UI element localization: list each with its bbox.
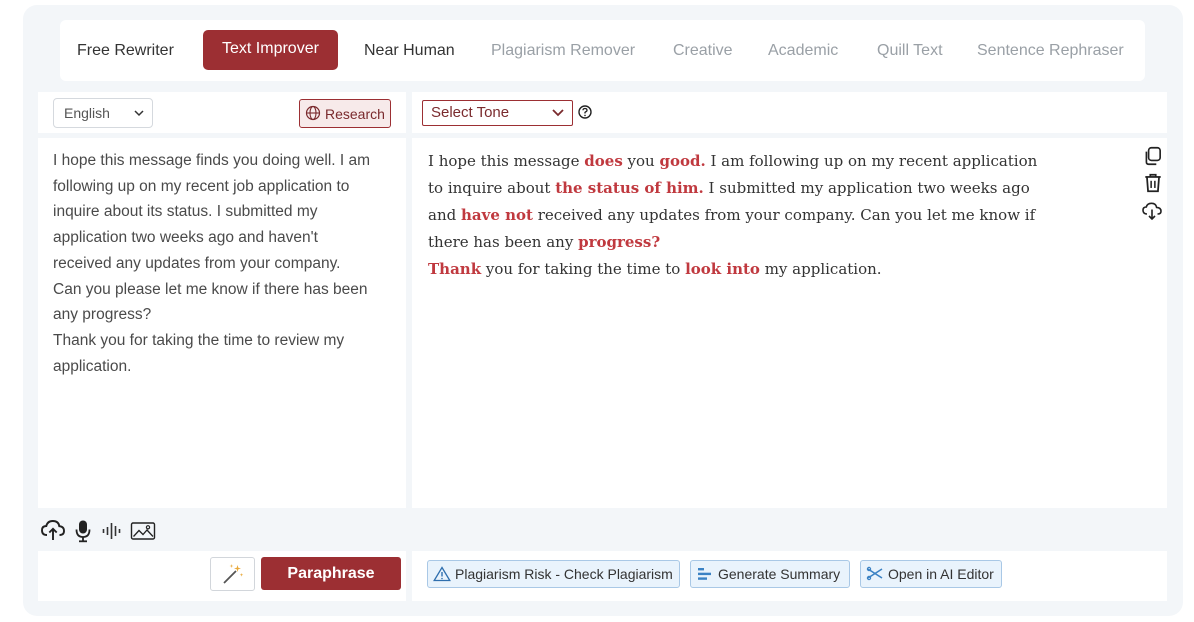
output-phrase: to inquire about bbox=[428, 179, 556, 197]
input-line: application two weeks ago and haven't bbox=[53, 229, 318, 247]
tab-near-human[interactable]: Near Human bbox=[364, 20, 455, 81]
input-line: any progress? bbox=[53, 306, 152, 324]
tab-academic[interactable]: Academic bbox=[768, 20, 838, 81]
research-button[interactable]: Research bbox=[299, 99, 391, 128]
input-line: received any updates from your company. bbox=[53, 254, 341, 272]
generate-summary-label: Generate Summary bbox=[718, 566, 841, 582]
chevron-down-icon bbox=[134, 110, 144, 117]
upload-cloud-icon[interactable] bbox=[40, 518, 66, 542]
tab-free-rewriter[interactable]: Free Rewriter bbox=[77, 20, 174, 81]
output-line: to inquire about the status of him. I su… bbox=[428, 175, 1128, 202]
input-line: application. bbox=[53, 357, 132, 375]
check-plagiarism-label: Plagiarism Risk - Check Plagiarism bbox=[455, 566, 673, 582]
output-phrase: received any updates from your company. … bbox=[532, 206, 1036, 224]
globe-icon bbox=[305, 105, 321, 121]
input-line: following up on my recent job applicatio… bbox=[53, 177, 350, 195]
magic-wand-icon bbox=[223, 564, 244, 584]
language-value: English bbox=[64, 105, 110, 121]
audio-wave-icon[interactable] bbox=[101, 521, 125, 541]
input-line: inquire about its status. I submitted my bbox=[53, 203, 318, 221]
research-label: Research bbox=[325, 106, 385, 122]
changed-phrase[interactable]: look into bbox=[685, 260, 760, 278]
changed-phrase[interactable]: does bbox=[584, 152, 622, 170]
copy-icon[interactable] bbox=[1142, 145, 1164, 167]
changed-phrase[interactable]: Thank bbox=[428, 260, 481, 278]
changed-phrase[interactable]: have not bbox=[461, 206, 533, 224]
tab-plagiarism-remover[interactable]: Plagiarism Remover bbox=[491, 20, 635, 81]
changed-phrase[interactable]: good. bbox=[659, 152, 705, 170]
output-phrase: my application. bbox=[759, 260, 882, 278]
input-line: Thank you for taking the time to review … bbox=[53, 331, 345, 349]
open-ai-editor-label: Open in AI Editor bbox=[888, 566, 994, 582]
output-phrase: there has been any bbox=[428, 233, 579, 251]
editor-icon bbox=[866, 566, 883, 581]
magic-wand-button[interactable] bbox=[210, 557, 255, 591]
image-icon[interactable] bbox=[130, 520, 156, 542]
output-phrase: I submitted my application two weeks ago bbox=[703, 179, 1030, 197]
output-phrase: you for taking the time to bbox=[481, 260, 686, 278]
trash-icon[interactable] bbox=[1142, 172, 1164, 194]
input-line: Can you please let me know if there has … bbox=[53, 280, 368, 298]
question-circle-icon[interactable] bbox=[578, 105, 592, 119]
tone-select[interactable]: Select Tone bbox=[422, 100, 573, 126]
output-phrase: you bbox=[622, 152, 660, 170]
changed-phrase[interactable]: progress? bbox=[578, 233, 660, 251]
mode-tabs-bar: Free Rewriter Text Improver Near Human P… bbox=[60, 20, 1145, 81]
tab-text-improver[interactable]: Text Improver bbox=[203, 30, 338, 70]
output-line: I hope this message does you good. I am … bbox=[428, 148, 1128, 175]
output-line: there has been any progress? bbox=[428, 229, 1128, 256]
warning-icon bbox=[433, 566, 451, 582]
tone-label: Select Tone bbox=[431, 104, 510, 121]
language-select[interactable]: English bbox=[53, 98, 153, 128]
output-line: Thank you for taking the time to look in… bbox=[428, 256, 1128, 283]
input-text[interactable]: I hope this message finds you doing well… bbox=[53, 148, 398, 379]
output-text: I hope this message does you good. I am … bbox=[428, 148, 1128, 283]
output-phrase: I am following up on my recent applicati… bbox=[705, 152, 1038, 170]
open-ai-editor-button[interactable]: Open in AI Editor bbox=[860, 560, 1002, 588]
tab-quill-text[interactable]: Quill Text bbox=[877, 20, 943, 81]
output-phrase: I hope this message bbox=[428, 152, 585, 170]
changed-phrase[interactable]: the status of him. bbox=[555, 179, 704, 197]
check-plagiarism-button[interactable]: Plagiarism Risk - Check Plagiarism bbox=[427, 560, 680, 588]
download-cloud-icon[interactable] bbox=[1141, 200, 1163, 222]
input-line: I hope this message finds you doing well… bbox=[53, 152, 371, 169]
output-line: and have not received any updates from y… bbox=[428, 202, 1128, 229]
microphone-icon[interactable] bbox=[74, 519, 92, 543]
chevron-down-icon bbox=[552, 109, 564, 117]
paraphrase-button[interactable]: Paraphrase bbox=[261, 557, 401, 590]
tab-sentence-rephraser[interactable]: Sentence Rephraser bbox=[977, 20, 1124, 81]
tab-creative[interactable]: Creative bbox=[673, 20, 733, 81]
paraphrase-label: Paraphrase bbox=[287, 565, 375, 582]
output-phrase: and bbox=[428, 206, 461, 224]
summary-icon bbox=[698, 568, 711, 580]
generate-summary-button[interactable]: Generate Summary bbox=[690, 560, 850, 588]
